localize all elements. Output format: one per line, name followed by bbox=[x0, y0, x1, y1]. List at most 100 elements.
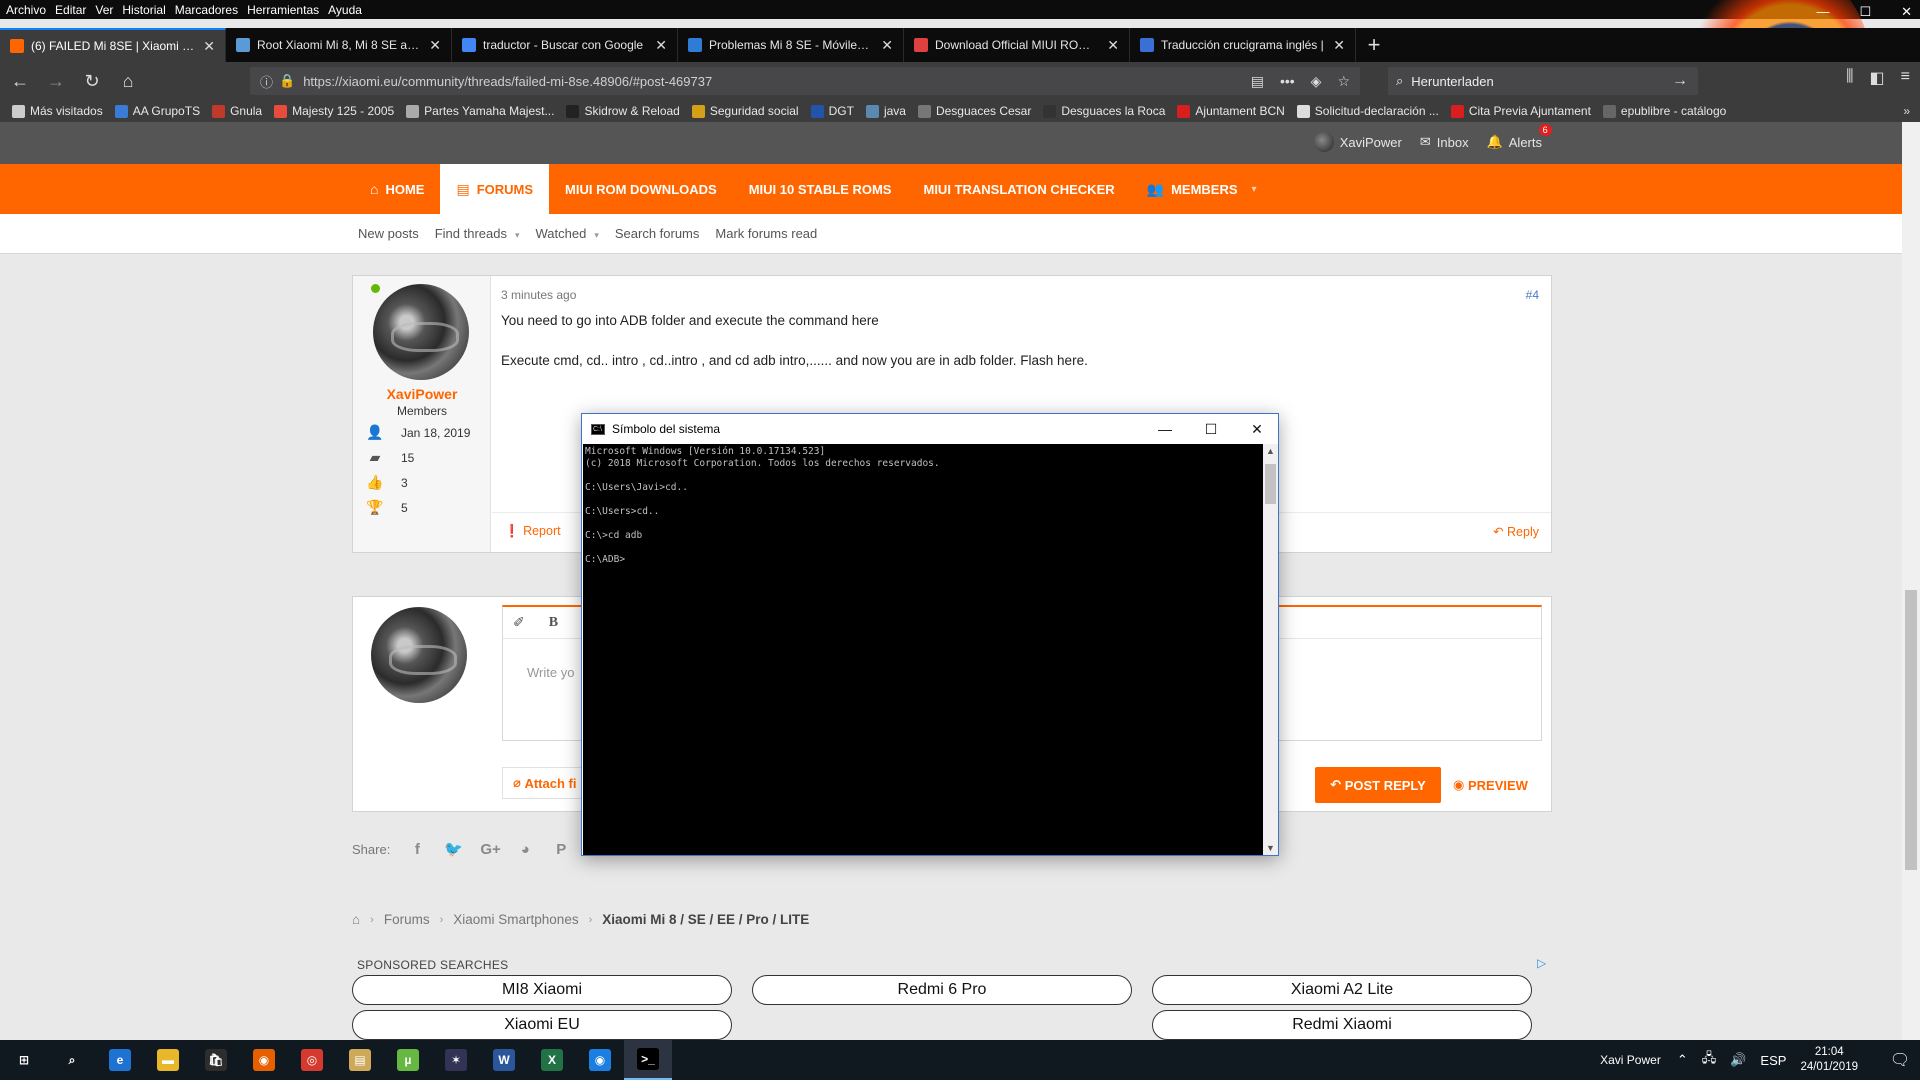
post-number[interactable]: #4 bbox=[1526, 288, 1539, 302]
hamburger-menu-icon[interactable]: ≡ bbox=[1901, 68, 1910, 88]
close-icon[interactable]: ✕ bbox=[1107, 37, 1119, 54]
cmd-console[interactable]: Microsoft Windows [Versión 10.0.17134.52… bbox=[583, 444, 1263, 855]
report-link[interactable]: ❗ Report bbox=[504, 524, 561, 539]
browser-tab[interactable]: Download Official MIUI ROMs | X ✕ bbox=[904, 28, 1130, 62]
bookmark-item[interactable]: Cita Previa Ajuntament bbox=[1450, 104, 1591, 118]
pocket-icon[interactable]: ◈ bbox=[1311, 73, 1322, 90]
bookmark-item[interactable]: Solicitud-declaración ... bbox=[1296, 104, 1439, 118]
home-icon[interactable]: ⌂ bbox=[112, 65, 144, 97]
maximize-icon[interactable]: ☐ bbox=[1188, 414, 1234, 444]
page-actions-icon[interactable]: ••• bbox=[1280, 73, 1295, 90]
nav-tab-forums[interactable]: ▤ FORUMS bbox=[440, 164, 550, 214]
nav-tab-miui-10-stable-roms[interactable]: MIUI 10 STABLE ROMS bbox=[733, 164, 908, 214]
chevron-down-icon[interactable]: ▾ bbox=[515, 230, 520, 240]
bookmark-item[interactable]: Partes Yamaha Majest... bbox=[406, 104, 554, 118]
sponsored-search-button[interactable]: Redmi Xiaomi bbox=[1152, 1010, 1532, 1040]
eraser-icon[interactable]: ✐ bbox=[513, 614, 525, 631]
post-timestamp[interactable]: 3 minutes ago bbox=[501, 288, 576, 302]
bookmark-star-icon[interactable]: ☆ bbox=[1337, 73, 1350, 90]
browser-tab[interactable]: Traducción crucigrama inglés | ✕ bbox=[1130, 28, 1356, 62]
taskbar-utorrent[interactable]: µ bbox=[384, 1040, 432, 1080]
subnav-watched[interactable]: Watched ▾ bbox=[536, 226, 599, 241]
scroll-down-icon[interactable]: ▼ bbox=[1266, 843, 1275, 853]
bookmark-item[interactable]: Más visitados bbox=[12, 104, 103, 118]
menu-item-ayuda[interactable]: Ayuda bbox=[328, 3, 362, 17]
close-icon[interactable]: ✕ bbox=[1234, 414, 1280, 444]
post-username[interactable]: XaviPower bbox=[353, 386, 491, 402]
sidebar-icon[interactable]: ◧ bbox=[1870, 68, 1885, 88]
minimize-icon[interactable]: — bbox=[1816, 4, 1829, 20]
bookmark-item[interactable]: Majesty 125 - 2005 bbox=[274, 104, 394, 118]
breadcrumb-item[interactable]: Forums bbox=[384, 912, 430, 927]
network-icon[interactable]: 🖧 bbox=[1702, 1049, 1717, 1071]
sponsored-search-button[interactable]: Redmi 6 Pro bbox=[752, 975, 1132, 1005]
subnav-find-threads[interactable]: Find threads ▾ bbox=[435, 226, 520, 241]
bookmark-item[interactable]: Seguridad social bbox=[691, 104, 799, 118]
attach-files-button[interactable]: ⌀ Attach fi bbox=[502, 767, 588, 799]
page-scrollbar-thumb[interactable] bbox=[1905, 590, 1917, 870]
alerts-link[interactable]: 🔔 Alerts 6 bbox=[1487, 124, 1552, 150]
taskbar-files[interactable]: ▤ bbox=[336, 1040, 384, 1080]
breadcrumb-item[interactable]: Xiaomi Mi 8 / SE / EE / Pro / LITE bbox=[602, 912, 809, 927]
twitter-icon[interactable]: 🐦 bbox=[444, 840, 463, 858]
tray-user-name[interactable]: Xavi Power bbox=[1600, 1053, 1661, 1067]
user-menu[interactable]: XaviPower bbox=[1313, 132, 1402, 152]
menu-item-herramientas[interactable]: Herramientas bbox=[247, 3, 319, 17]
bookmark-item[interactable]: java bbox=[865, 104, 906, 118]
url-text[interactable]: https://xiaomi.eu/community/threads/fail… bbox=[303, 74, 712, 89]
taskbar-cmd[interactable]: >_ bbox=[624, 1040, 672, 1080]
taskbar-store[interactable]: 🛍 bbox=[192, 1040, 240, 1080]
browser-tab[interactable]: Problemas Mi 8 SE - Móviles Chi ✕ bbox=[678, 28, 904, 62]
menu-item-marcadores[interactable]: Marcadores bbox=[175, 3, 238, 17]
menu-item-editar[interactable]: Editar bbox=[55, 3, 86, 17]
close-icon[interactable]: ✕ bbox=[881, 37, 893, 54]
volume-icon[interactable]: 🔊 bbox=[1730, 1052, 1746, 1068]
avatar[interactable] bbox=[373, 284, 469, 380]
menu-item-historial[interactable]: Historial bbox=[122, 3, 165, 17]
adchoices-icon[interactable]: ▷ bbox=[1537, 956, 1546, 970]
subnav-new-posts[interactable]: New posts bbox=[358, 226, 419, 241]
close-icon[interactable]: ✕ bbox=[429, 37, 441, 54]
browser-tab[interactable]: Root Xiaomi Mi 8, Mi 8 SE and M ✕ bbox=[226, 28, 452, 62]
sponsored-search-button[interactable]: Xiaomi EU bbox=[352, 1010, 732, 1040]
home-icon[interactable]: ⌂ bbox=[352, 912, 360, 927]
cmd-scrollbar-thumb[interactable] bbox=[1265, 464, 1276, 504]
post-reply-button[interactable]: ↶ POST REPLY bbox=[1315, 767, 1441, 803]
inbox-link[interactable]: ✉ Inbox bbox=[1420, 134, 1469, 150]
scroll-up-icon[interactable]: ▲ bbox=[1266, 446, 1275, 456]
chevron-down-icon[interactable]: ▾ bbox=[594, 230, 599, 240]
chevron-double-right-icon[interactable]: » bbox=[1903, 104, 1910, 118]
taskbar-chrome[interactable]: ◎ bbox=[288, 1040, 336, 1080]
bookmark-item[interactable]: epublibre - catálogo bbox=[1602, 104, 1726, 118]
minimize-icon[interactable]: — bbox=[1142, 414, 1188, 444]
library-icon[interactable]: ⫼ bbox=[1846, 68, 1853, 88]
taskbar-windows-start[interactable]: ⊞ bbox=[0, 1040, 48, 1080]
clock[interactable]: 21:04 24/01/2019 bbox=[1800, 1045, 1858, 1075]
subnav-mark-forums-read[interactable]: Mark forums read bbox=[715, 226, 817, 241]
forward-icon[interactable]: → bbox=[40, 65, 72, 97]
taskbar-search[interactable]: ⌕ bbox=[48, 1040, 96, 1080]
menu-item-ver[interactable]: Ver bbox=[95, 3, 113, 17]
bookmark-item[interactable]: DGT bbox=[810, 104, 854, 118]
taskbar-firefox-dev[interactable]: ◉ bbox=[576, 1040, 624, 1080]
nav-tab-members[interactable]: 👥 MEMBERS ▾ bbox=[1131, 164, 1273, 214]
cmd-scrollbar[interactable]: ▲ ▼ bbox=[1263, 444, 1278, 855]
taskbar-word[interactable]: W bbox=[480, 1040, 528, 1080]
close-icon[interactable]: ✕ bbox=[1333, 37, 1345, 54]
bookmark-item[interactable]: AA GrupoTS bbox=[114, 104, 200, 118]
search-bar[interactable]: ⌕ Herunterladen → bbox=[1388, 67, 1698, 95]
reply-placeholder[interactable]: Write yo bbox=[527, 665, 574, 680]
taskbar-file-explorer[interactable]: ▬ bbox=[144, 1040, 192, 1080]
nav-tab-miui-translation-checker[interactable]: MIUI TRANSLATION CHECKER bbox=[907, 164, 1130, 214]
close-icon[interactable]: ✕ bbox=[203, 38, 215, 55]
browser-tab[interactable]: (6) FAILED Mi 8SE | Xiaomi Euro ✕ bbox=[0, 28, 226, 62]
bookmark-item[interactable]: Ajuntament BCN bbox=[1177, 104, 1285, 118]
bookmark-item[interactable]: Desguaces Cesar bbox=[917, 104, 1031, 118]
google-plus-icon[interactable]: G+ bbox=[480, 841, 500, 858]
facebook-icon[interactable]: f bbox=[408, 841, 426, 858]
taskbar-edge[interactable]: e bbox=[96, 1040, 144, 1080]
taskbar-app-dark[interactable]: ✶ bbox=[432, 1040, 480, 1080]
search-input[interactable]: Herunterladen bbox=[1411, 74, 1493, 89]
nav-tab-miui-rom-downloads[interactable]: MIUI ROM DOWNLOADS bbox=[549, 164, 733, 214]
bold-icon[interactable]: B bbox=[549, 615, 558, 631]
